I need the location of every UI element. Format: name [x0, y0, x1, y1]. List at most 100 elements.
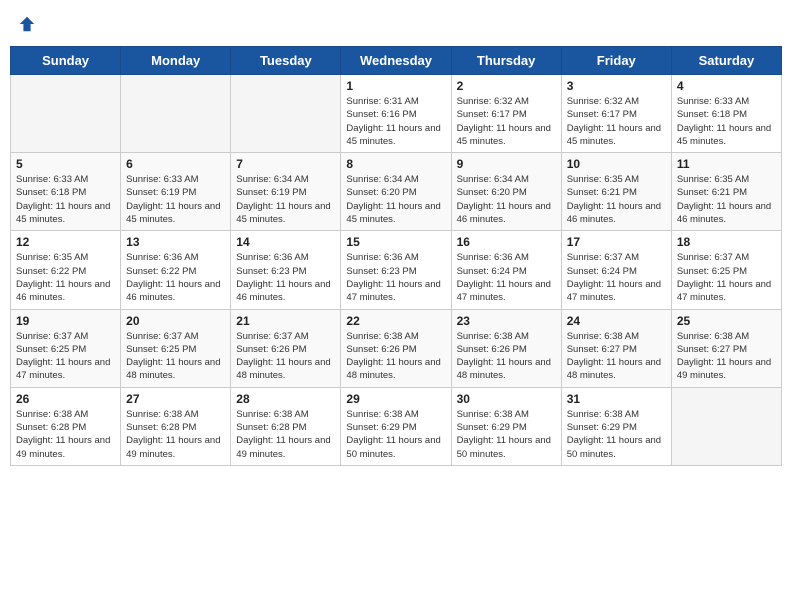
table-row: [231, 75, 341, 153]
table-row: 18Sunrise: 6:37 AM Sunset: 6:25 PM Dayli…: [671, 231, 781, 309]
day-number: 5: [16, 157, 115, 171]
day-number: 7: [236, 157, 335, 171]
day-info: Sunrise: 6:35 AM Sunset: 6:22 PM Dayligh…: [16, 251, 115, 304]
logo-icon: [18, 15, 36, 33]
table-row: 6 Sunrise: 6:33 AM Sunset: 6:19 PM Daylig…: [121, 153, 231, 231]
table-row: 9 Sunrise: 6:34 AM Sunset: 6:20 PM Daylig…: [451, 153, 561, 231]
table-row: 7 Sunrise: 6:34 AM Sunset: 6:19 PM Daylig…: [231, 153, 341, 231]
day-number: 19: [16, 314, 115, 328]
day-number: 17: [567, 235, 666, 249]
day-number: 13: [126, 235, 225, 249]
table-row: 1 Sunrise: 6:31 AM Sunset: 6:16 PM Daylig…: [341, 75, 451, 153]
table-row: 19 Sunrise: 6:37 AM Sunset: 6:25 PM Dayli…: [11, 309, 121, 387]
day-number: 27: [126, 392, 225, 406]
week-row-5: 26Sunrise: 6:38 AM Sunset: 6:28 PM Dayli…: [11, 387, 782, 465]
table-row: 28 Sunrise: 6:38 AM Sunset: 6:28 PM Dayli…: [231, 387, 341, 465]
table-row: 8Sunrise: 6:34 AM Sunset: 6:20 PM Daylig…: [341, 153, 451, 231]
table-row: 14 Sunrise: 6:36 AM Sunset: 6:23 PM Dayli…: [231, 231, 341, 309]
table-row: [671, 387, 781, 465]
day-number: 6: [126, 157, 225, 171]
day-info: Sunrise: 6:31 AM Sunset: 6:16 PM Dayligh…: [346, 95, 445, 148]
day-info: Sunrise: 6:38 AM Sunset: 6:28 PM Dayligh…: [126, 408, 225, 461]
day-number: 16: [457, 235, 556, 249]
day-number: 28: [236, 392, 335, 406]
day-number: 11: [677, 157, 776, 171]
day-header-friday: Friday: [561, 47, 671, 75]
day-info: Sunrise: 6:36 AM Sunset: 6:22 PM Dayligh…: [126, 251, 225, 304]
day-info: Sunrise: 6:37 AM Sunset: 6:26 PM Dayligh…: [236, 330, 335, 383]
day-number: 21: [236, 314, 335, 328]
day-number: 8: [346, 157, 445, 171]
day-header-tuesday: Tuesday: [231, 47, 341, 75]
table-row: 2 Sunrise: 6:32 AM Sunset: 6:17 PM Daylig…: [451, 75, 561, 153]
day-number: 1: [346, 79, 445, 93]
day-header-saturday: Saturday: [671, 47, 781, 75]
day-info: Sunrise: 6:33 AM Sunset: 6:18 PM Dayligh…: [677, 95, 776, 148]
day-number: 29: [346, 392, 445, 406]
logo: [18, 15, 40, 33]
day-info: Sunrise: 6:38 AM Sunset: 6:28 PM Dayligh…: [236, 408, 335, 461]
day-number: 14: [236, 235, 335, 249]
table-row: [11, 75, 121, 153]
day-number: 31: [567, 392, 666, 406]
day-number: 12: [16, 235, 115, 249]
table-row: 15 Sunrise: 6:36 AM Sunset: 6:23 PM Dayli…: [341, 231, 451, 309]
day-number: 15: [346, 235, 445, 249]
day-info: Sunrise: 6:38 AM Sunset: 6:27 PM Dayligh…: [567, 330, 666, 383]
day-number: 18: [677, 235, 776, 249]
day-info: Sunrise: 6:36 AM Sunset: 6:24 PM Dayligh…: [457, 251, 556, 304]
day-info: Sunrise: 6:34 AM Sunset: 6:20 PM Dayligh…: [457, 173, 556, 226]
table-row: 27 Sunrise: 6:38 AM Sunset: 6:28 PM Dayli…: [121, 387, 231, 465]
day-info: Sunrise: 6:38 AM Sunset: 6:27 PM Dayligh…: [677, 330, 776, 383]
day-info: Sunrise: 6:37 AM Sunset: 6:25 PM Dayligh…: [126, 330, 225, 383]
day-number: 10: [567, 157, 666, 171]
day-info: Sunrise: 6:38 AM Sunset: 6:29 PM Dayligh…: [567, 408, 666, 461]
day-header-thursday: Thursday: [451, 47, 561, 75]
table-row: 21 Sunrise: 6:37 AM Sunset: 6:26 PM Dayli…: [231, 309, 341, 387]
day-header-sunday: Sunday: [11, 47, 121, 75]
day-info: Sunrise: 6:37 AM Sunset: 6:24 PM Dayligh…: [567, 251, 666, 304]
day-number: 25: [677, 314, 776, 328]
week-row-2: 5Sunrise: 6:33 AM Sunset: 6:18 PM Daylig…: [11, 153, 782, 231]
day-header-wednesday: Wednesday: [341, 47, 451, 75]
day-number: 4: [677, 79, 776, 93]
day-info: Sunrise: 6:33 AM Sunset: 6:19 PM Dayligh…: [126, 173, 225, 226]
day-number: 22: [346, 314, 445, 328]
day-info: Sunrise: 6:32 AM Sunset: 6:17 PM Dayligh…: [457, 95, 556, 148]
day-header-monday: Monday: [121, 47, 231, 75]
day-info: Sunrise: 6:32 AM Sunset: 6:17 PM Dayligh…: [567, 95, 666, 148]
day-info: Sunrise: 6:38 AM Sunset: 6:26 PM Dayligh…: [457, 330, 556, 383]
table-row: [121, 75, 231, 153]
day-number: 30: [457, 392, 556, 406]
days-of-week-row: SundayMondayTuesdayWednesdayThursdayFrid…: [11, 47, 782, 75]
table-row: 13 Sunrise: 6:36 AM Sunset: 6:22 PM Dayli…: [121, 231, 231, 309]
table-row: 12 Sunrise: 6:35 AM Sunset: 6:22 PM Dayli…: [11, 231, 121, 309]
table-row: 4 Sunrise: 6:33 AM Sunset: 6:18 PM Daylig…: [671, 75, 781, 153]
day-number: 20: [126, 314, 225, 328]
day-info: Sunrise: 6:35 AM Sunset: 6:21 PM Dayligh…: [567, 173, 666, 226]
table-row: 24Sunrise: 6:38 AM Sunset: 6:27 PM Dayli…: [561, 309, 671, 387]
table-row: 20 Sunrise: 6:37 AM Sunset: 6:25 PM Dayli…: [121, 309, 231, 387]
calendar-header: SundayMondayTuesdayWednesdayThursdayFrid…: [11, 47, 782, 75]
day-number: 23: [457, 314, 556, 328]
day-info: Sunrise: 6:37 AM Sunset: 6:25 PM Dayligh…: [16, 330, 115, 383]
week-row-4: 19 Sunrise: 6:37 AM Sunset: 6:25 PM Dayli…: [11, 309, 782, 387]
table-row: 17 Sunrise: 6:37 AM Sunset: 6:24 PM Dayli…: [561, 231, 671, 309]
day-info: Sunrise: 6:34 AM Sunset: 6:19 PM Dayligh…: [236, 173, 335, 226]
table-row: 16 Sunrise: 6:36 AM Sunset: 6:24 PM Dayli…: [451, 231, 561, 309]
table-row: 25 Sunrise: 6:38 AM Sunset: 6:27 PM Dayli…: [671, 309, 781, 387]
day-info: Sunrise: 6:38 AM Sunset: 6:29 PM Dayligh…: [346, 408, 445, 461]
table-row: 23 Sunrise: 6:38 AM Sunset: 6:26 PM Dayli…: [451, 309, 561, 387]
table-row: 30Sunrise: 6:38 AM Sunset: 6:29 PM Dayli…: [451, 387, 561, 465]
day-number: 2: [457, 79, 556, 93]
day-number: 9: [457, 157, 556, 171]
day-info: Sunrise: 6:35 AM Sunset: 6:21 PM Dayligh…: [677, 173, 776, 226]
day-number: 3: [567, 79, 666, 93]
page-header: [10, 10, 782, 38]
day-info: Sunrise: 6:38 AM Sunset: 6:28 PM Dayligh…: [16, 408, 115, 461]
calendar-table: SundayMondayTuesdayWednesdayThursdayFrid…: [10, 46, 782, 466]
day-info: Sunrise: 6:36 AM Sunset: 6:23 PM Dayligh…: [346, 251, 445, 304]
table-row: 5Sunrise: 6:33 AM Sunset: 6:18 PM Daylig…: [11, 153, 121, 231]
day-info: Sunrise: 6:36 AM Sunset: 6:23 PM Dayligh…: [236, 251, 335, 304]
day-info: Sunrise: 6:38 AM Sunset: 6:26 PM Dayligh…: [346, 330, 445, 383]
